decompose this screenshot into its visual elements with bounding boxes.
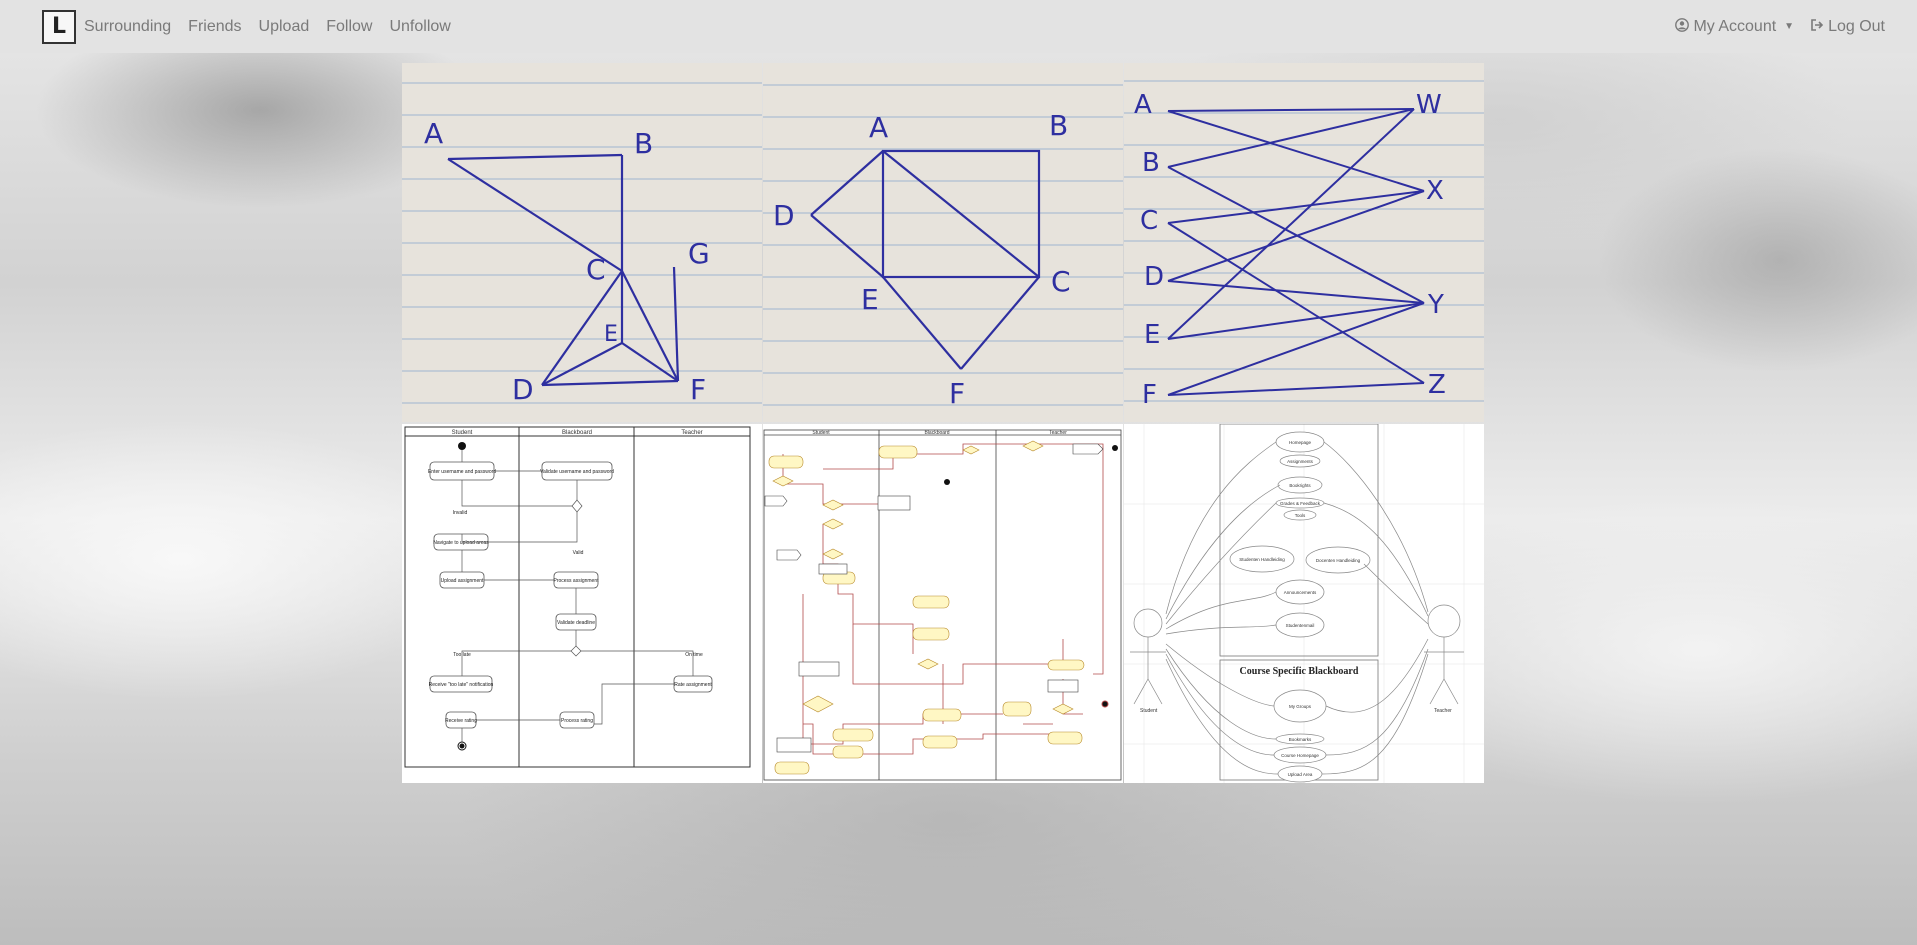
logout-label: Log Out	[1828, 17, 1885, 35]
nav-follow[interactable]: Follow	[326, 18, 372, 36]
photo-graph-sketch-2[interactable]: A B D E C F	[763, 63, 1123, 422]
photo-bipartite-sketch[interactable]: A B C D E F W X Y Z	[1124, 63, 1484, 422]
nav-upload[interactable]: Upload	[259, 18, 310, 36]
node-label: F	[690, 373, 706, 406]
use-case-label: Bookmarks	[1289, 737, 1312, 742]
my-account-dropdown[interactable]: My Account ▼	[1675, 18, 1794, 36]
use-case-label: Docenten Handleiding	[1316, 558, 1361, 563]
node-label: G	[688, 237, 710, 270]
node-label: W	[1416, 90, 1442, 120]
node-label: B	[1049, 109, 1068, 142]
node-label: X	[1426, 176, 1444, 206]
node-label: Y	[1427, 290, 1444, 320]
node-label: D	[773, 199, 795, 232]
lane-label: Blackboard	[924, 430, 949, 436]
node-label: C	[1051, 265, 1071, 298]
node-label: B	[1142, 148, 1160, 178]
diagram-node-label: Process rating	[561, 718, 593, 724]
use-case-label: Upload Area	[1288, 772, 1313, 777]
node-label: B	[634, 127, 653, 160]
caret-down-icon: ▼	[1784, 21, 1795, 32]
diagram-guard-label: Valid	[573, 550, 584, 556]
node-label: C	[586, 253, 606, 286]
nav-friends[interactable]: Friends	[188, 18, 241, 36]
diagram-node-label: Enter username and password	[428, 469, 496, 475]
photo-activity-diagram-2[interactable]: Student Blackboard Teacher	[763, 424, 1123, 783]
use-case-label: My Groups	[1289, 704, 1312, 709]
use-case-label: Assignments	[1287, 459, 1314, 464]
diagram-node-label: Upload assignment	[441, 578, 484, 584]
use-case-label: Announcements	[1284, 590, 1317, 595]
node-label: D	[512, 373, 534, 406]
diagram-box-title: Course Specific Blackboard	[1240, 666, 1359, 677]
logout-link[interactable]: Log Out	[1810, 18, 1885, 36]
sign-out-icon	[1810, 18, 1824, 35]
diagram-node-label: Receive "too late" notification	[429, 682, 494, 688]
diagram-node-label: Receive rating	[445, 718, 477, 724]
diagram-guard-label: Invalid	[453, 510, 468, 516]
brand-logo[interactable]: L	[42, 9, 76, 44]
actor-label: Student	[1140, 708, 1158, 714]
use-case-label: Studenten Handleiding	[1239, 557, 1285, 562]
node-label: A	[424, 117, 443, 150]
nav-surrounding[interactable]: Surrounding	[84, 18, 171, 36]
use-case-label: Tools	[1295, 513, 1306, 518]
node-label: E	[861, 283, 879, 316]
lane-label: Student	[812, 430, 830, 436]
lane-label: Teacher	[1049, 430, 1067, 436]
node-label: D	[1144, 262, 1164, 292]
lane-label: Teacher	[681, 430, 702, 436]
use-case-label: Homepage	[1289, 440, 1312, 445]
navbar: L Surrounding Friends Upload Follow Unfo…	[0, 0, 1917, 53]
node-label: C	[1140, 206, 1158, 236]
lane-label: Blackboard	[562, 430, 592, 436]
use-case-label: Course Homepage	[1281, 753, 1319, 758]
diagram-node-label: Rate assignment	[674, 682, 712, 688]
diagram-node-label: Navigate to upload areas	[433, 540, 489, 546]
diagram-guard-label: On time	[685, 652, 703, 658]
use-case-label: Studentenmail	[1286, 623, 1315, 628]
node-label: A	[1134, 90, 1152, 120]
node-label: E	[1144, 320, 1160, 350]
actor-label: Teacher	[1434, 708, 1452, 714]
lane-label: Student	[452, 430, 473, 436]
photo-activity-diagram-1[interactable]: Student Blackboard Teacher Enter usernam…	[402, 424, 762, 783]
photo-use-case-diagram[interactable]: Course Specific Blackboard Homepage Assi…	[1124, 424, 1484, 783]
node-label: F	[949, 377, 965, 410]
use-case-label: Bookrights	[1289, 483, 1311, 488]
nav-right: My Account ▼ Log Out	[1659, 18, 1885, 36]
diagram-node-label: Process assignment	[553, 578, 599, 584]
node-label: E	[604, 322, 618, 347]
nav-unfollow[interactable]: Unfollow	[389, 18, 450, 36]
my-account-label: My Account	[1693, 17, 1777, 35]
photo-gallery: A B C E G D F A B D E C F A B C D E F W …	[402, 63, 1485, 783]
diagram-node-label: Validate deadline	[557, 620, 595, 626]
user-circle-icon	[1675, 18, 1690, 35]
node-label: F	[1142, 380, 1157, 410]
node-label: Z	[1428, 370, 1446, 400]
diagram-node-label: Validate username and password	[540, 469, 614, 475]
node-label: A	[869, 111, 888, 144]
photo-graph-sketch-1[interactable]: A B C E G D F	[402, 63, 762, 422]
use-case-label: Grades & Feedback	[1280, 501, 1321, 506]
